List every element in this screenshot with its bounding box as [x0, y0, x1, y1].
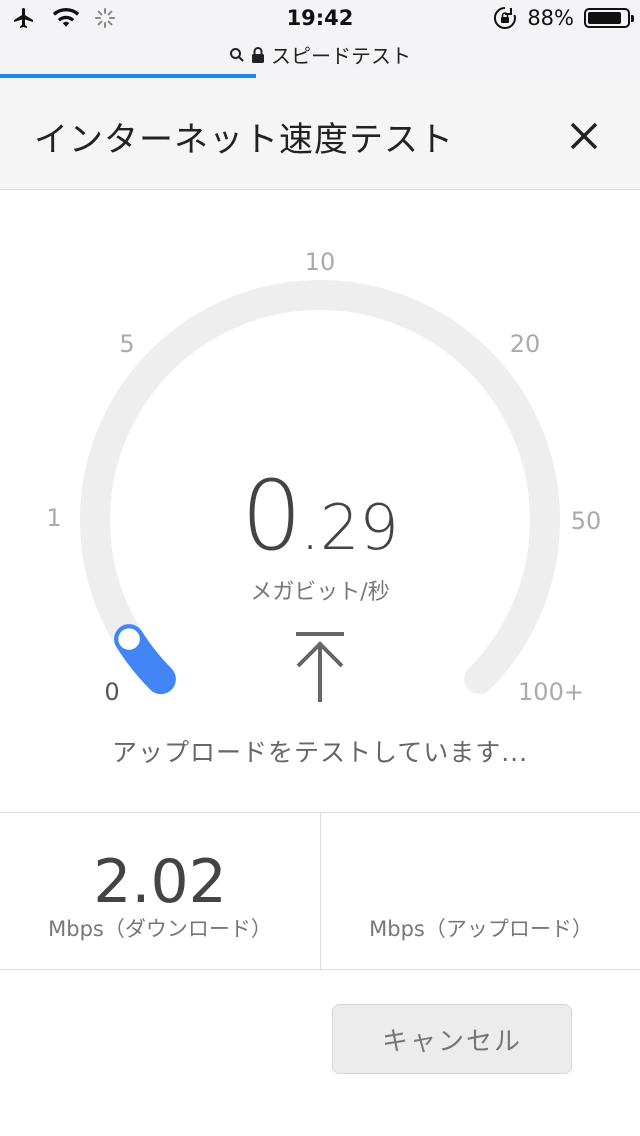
battery-fill [588, 12, 622, 24]
speed-value-integer: 0 [241, 460, 302, 572]
download-value: 2.02 [93, 847, 227, 917]
gauge-needle-knob [115, 625, 143, 653]
rotation-lock-icon [494, 6, 517, 29]
battery-icon [584, 8, 634, 28]
upload-arrow-icon [296, 632, 344, 702]
search-icon [230, 47, 244, 62]
speed-value-decimal: .29 [300, 491, 399, 564]
battery-percent: 88% [527, 6, 574, 30]
page-load-progress [0, 74, 640, 78]
gauge-tick-5: 5 [119, 330, 135, 358]
gauge-tick-20: 20 [509, 330, 541, 358]
close-icon[interactable] [564, 116, 604, 156]
download-label: Mbps（ダウンロード） [48, 917, 272, 941]
upload-result: Mbps（アップロード） [320, 813, 640, 969]
status-right: 88% [493, 6, 634, 30]
test-status-text: アップロードをテストしています... [111, 738, 529, 767]
results-panel: 2.02 Mbps（ダウンロード） Mbps（アップロード） [0, 812, 640, 970]
dialog-header: インターネット速度テスト [0, 80, 640, 190]
url-bar[interactable]: スピードテスト [0, 40, 640, 69]
gauge-tick-100-plus: 100+ [518, 678, 584, 706]
cancel-button[interactable]: キャンセル [332, 1004, 572, 1074]
gauge-tick-0: 0 [104, 678, 120, 706]
upload-label: Mbps（アップロード） [369, 917, 593, 941]
page-title: インターネット速度テスト [34, 120, 454, 160]
speed-gauge: 0 1 5 10 20 50 100+ 0.29 メガビット/秒 [0, 190, 640, 750]
download-result: 2.02 Mbps（ダウンロード） [0, 813, 320, 969]
gauge-tick-10: 10 [304, 248, 336, 276]
page-load-progress-fill [0, 74, 256, 78]
url-text: スピードテスト [271, 44, 411, 68]
lock-icon [252, 46, 264, 63]
status-bar: 19:42 88% スピードテスト [0, 0, 640, 80]
speed-readout: 0.29 [0, 460, 640, 572]
speed-unit: メガビット/秒 [250, 580, 390, 605]
